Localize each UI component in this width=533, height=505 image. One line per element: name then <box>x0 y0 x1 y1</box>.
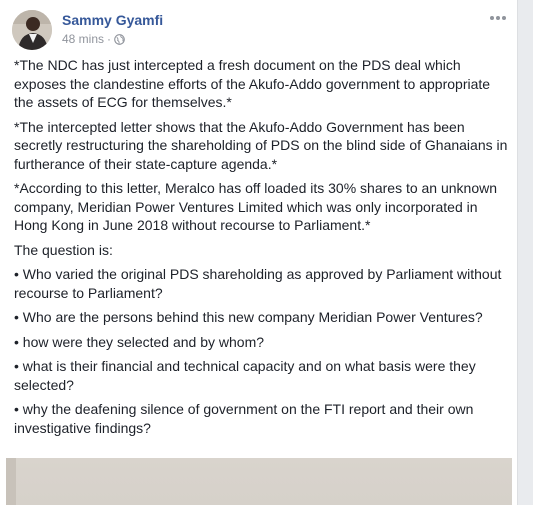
post-paragraph: *The NDC has just intercepted a fresh do… <box>14 57 491 110</box>
post-paragraph: • why the deafening silence of governmen… <box>14 401 474 436</box>
page-background <box>518 0 533 505</box>
post-paragraph: The question is: <box>14 241 113 258</box>
post-paragraph: • what is their financial and technical … <box>14 358 476 393</box>
avatar[interactable] <box>12 10 52 50</box>
post-paragraph: • how were they selected and by whom? <box>14 333 265 350</box>
meta-separator: · <box>107 32 112 46</box>
more-options-button[interactable] <box>484 8 512 28</box>
post-photo[interactable] <box>6 458 512 505</box>
post-timestamp[interactable]: 48 mins <box>62 32 104 46</box>
post-meta: 48 mins · <box>62 32 125 46</box>
post-paragraph: *The intercepted letter shows that the A… <box>14 118 508 172</box>
ellipsis-icon <box>489 15 507 21</box>
post-paragraph: • Who are the persons behind this new co… <box>14 309 483 325</box>
globe-icon <box>114 33 125 45</box>
author-name[interactable]: Sammy Gyamfi <box>62 12 163 28</box>
post-paragraph: • Who varied the original PDS shareholdi… <box>14 266 502 301</box>
post-card: Sammy Gyamfi 48 mins · *The NDC has just… <box>0 0 518 505</box>
post-paragraph: *According to this letter, Meralco has o… <box>14 180 498 233</box>
avatar-image <box>12 10 52 50</box>
post-body: *The NDC has just intercepted a fresh do… <box>14 56 508 443</box>
post-header: Sammy Gyamfi 48 mins · <box>12 8 512 52</box>
photo-edge <box>6 458 16 505</box>
